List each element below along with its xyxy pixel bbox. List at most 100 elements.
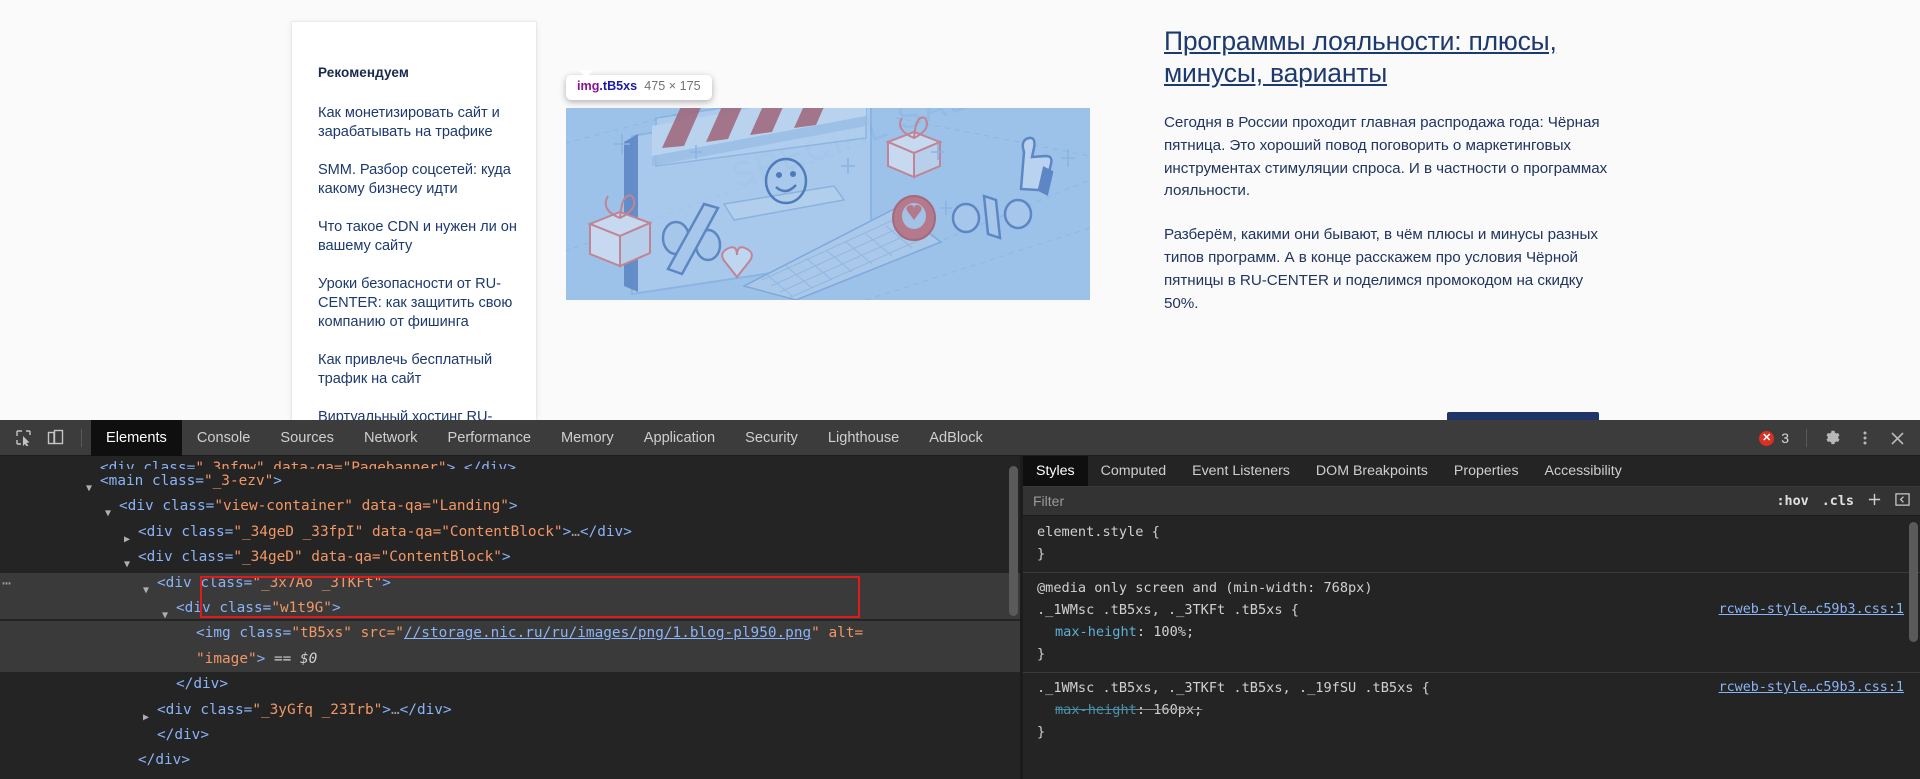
css-selector[interactable]: ._1WMsc .tB5xs, ._3TKFt .tB5xs { [1037, 602, 1299, 618]
panel-toggle-icon[interactable] [1895, 492, 1910, 512]
css-rule-block[interactable]: ._1WMsc .tB5xs, ._3TKFt .tB5xs, ._19fSU … [1037, 677, 1920, 746]
dom-token-valq: "_3nfqw" [195, 460, 265, 469]
error-icon: ✕ [1759, 430, 1775, 446]
tab-lighthouse[interactable]: Lighthouse [813, 420, 914, 456]
tab-console[interactable]: Console [182, 420, 266, 456]
device-toolbar-icon[interactable] [40, 425, 70, 451]
dom-token-tag: > [273, 473, 282, 489]
dom-tree-row[interactable]: ▼ <div class="_3x7Ao _3TKFt"> [0, 571, 1020, 596]
css-selector-line[interactable]: ._1WMsc .tB5xs, ._3TKFt .tB5xs { rcweb-st… [1037, 599, 1920, 621]
dom-token-valq: " [811, 625, 820, 642]
tab-memory[interactable]: Memory [546, 420, 629, 456]
dom-tree-row[interactable]: <div class="_3nfqw" data-qa="Pagebanner"… [0, 456, 1020, 469]
tab-dom-breakpoints[interactable]: DOM Breakpoints [1303, 456, 1441, 486]
node-overflow-ellipsis[interactable]: ⋯ [2, 574, 13, 592]
tab-properties[interactable]: Properties [1441, 456, 1532, 486]
dom-tree-row[interactable]: ▼ <main class="_3-ezv"> [0, 469, 1020, 494]
inspect-element-icon[interactable] [8, 425, 38, 451]
close-icon[interactable] [1882, 425, 1912, 451]
dom-token-ellip: … [390, 701, 400, 718]
recommended-link-1[interactable]: SMM. Разбор соцсетей: куда какому бизнес… [318, 161, 518, 199]
css-property-name[interactable]: max-height [1055, 702, 1137, 718]
inspector-tag-name: img [577, 79, 600, 93]
dom-tree: <div class="_3nfqw" data-qa="Pagebanner"… [0, 456, 1020, 774]
dom-token-tag: </div> [399, 701, 452, 718]
tab-application[interactable]: Application [629, 420, 730, 456]
cls-toggle-button[interactable]: .cls [1822, 494, 1854, 509]
article-cta-button[interactable] [1447, 412, 1599, 420]
dom-tree-row[interactable]: <img class="tB5xs" src="//storage.nic.ru… [0, 621, 1020, 647]
tab-event-listeners[interactable]: Event Listeners [1179, 456, 1303, 486]
css-declaration[interactable]: max-height: 160px; [1037, 699, 1920, 721]
devtools-body: <div class="_3nfqw" data-qa="Pagebanner"… [0, 456, 1920, 779]
hero-illustration-image[interactable]: SPECIAL SALE [566, 108, 1090, 300]
dom-token-tag: </div> [176, 676, 228, 693]
dom-token-attr: data-qa= [302, 549, 381, 566]
error-count-badge[interactable]: ✕ 3 [1759, 430, 1789, 446]
tab-network[interactable]: Network [349, 420, 433, 456]
dom-token-valq: "ContentBlock" [380, 549, 502, 566]
css-source-link[interactable]: rcweb-style…c59b3.css:1 [1719, 599, 1904, 621]
dom-tree-row[interactable]: </div> [0, 672, 1020, 697]
dom-token-link[interactable]: //storage.nic.ru/ru/images/png/1.blog-pl… [404, 625, 811, 641]
list-item: Как привлечь бесплатный трафик на сайт [318, 351, 518, 389]
css-selector-line[interactable]: element.style { [1037, 521, 1920, 543]
css-selector-line[interactable]: ._1WMsc .tB5xs, ._3TKFt .tB5xs, ._19fSU … [1037, 677, 1920, 699]
dom-token-valq: "ContentBlock" [441, 523, 563, 540]
styles-scrollbar[interactable] [1909, 522, 1918, 642]
dom-token-valq: "_34geD" [233, 549, 303, 566]
css-property-value[interactable]: : 100%; [1137, 624, 1194, 640]
dom-token-attr: data-qa= [264, 460, 343, 469]
article-paragraph-2: Разберём, какими они бывают, в чём плюсы… [1164, 226, 1598, 313]
css-declaration[interactable]: max-height: 100%; [1037, 621, 1920, 643]
tab-performance[interactable]: Performance [432, 420, 546, 456]
dom-token-tag: <img class= [196, 625, 292, 642]
dom-tree-row[interactable]: ▶ <div class="_34geD _33fpI" data-qa="Con… [0, 520, 1020, 545]
recommended-link-4[interactable]: Как привлечь бесплатный трафик на сайт [318, 351, 518, 389]
dom-token-valq: "_3-ezv" [203, 473, 274, 489]
recommended-link-2[interactable]: Что такое CDN и нужен ли он вашему сайту [318, 218, 518, 256]
dom-tree-row[interactable]: ▼ <div class="view-container" data-qa="La… [0, 494, 1020, 519]
dom-token-tag: </div> [157, 726, 209, 743]
dom-tree-row[interactable]: ▼ <div class="_34geD" data-qa="ContentBlo… [0, 545, 1020, 570]
recommended-heading: Рекомендуем [318, 65, 409, 80]
css-rule-block[interactable]: @media only screen and (min-width: 768px… [1037, 577, 1920, 668]
dom-tree-row[interactable]: ▶ <div class="_3yGfq _23Irb">…</div> [0, 698, 1020, 723]
css-rule-close-brace: } [1037, 724, 1046, 740]
dom-token-tag: </div> [138, 752, 190, 769]
article-title-link[interactable]: Программы лояльности: плюсы, минусы, вар… [1164, 26, 1614, 90]
tab-security[interactable]: Security [730, 420, 813, 456]
tab-styles[interactable]: Styles [1023, 456, 1088, 486]
dom-token-tag: > [382, 574, 391, 591]
list-item: SMM. Разбор соцсетей: куда какому бизнес… [318, 161, 518, 199]
plus-icon[interactable] [1867, 492, 1882, 512]
hov-toggle-button[interactable]: :hov [1777, 494, 1809, 509]
recommended-link-5[interactable]: Виртуальный хостинг RU-CENTER — ещё боль… [318, 408, 518, 420]
css-selector[interactable]: ._1WMsc .tB5xs, ._3TKFt .tB5xs, ._19fSU … [1037, 680, 1430, 696]
web-page-viewport: Рекомендуем Как монетизировать сайт и за… [0, 0, 1920, 420]
css-source-link[interactable]: rcweb-style…c59b3.css:1 [1719, 677, 1904, 699]
recommended-link-0[interactable]: Как монетизировать сайт и зарабатывать н… [318, 104, 518, 142]
dom-tree-row[interactable]: </div> [0, 723, 1020, 748]
tab-computed[interactable]: Computed [1088, 456, 1179, 486]
tab-sources[interactable]: Sources [265, 420, 349, 456]
css-selector[interactable]: element.style { [1037, 524, 1160, 540]
dom-tree-row[interactable]: ▼ <div class="w1t9G"> [0, 596, 1020, 621]
recommended-link-3[interactable]: Уроки безопасности от RU-CENTER: как защ… [318, 275, 518, 332]
styles-filter-input[interactable] [1033, 493, 1453, 509]
rule-divider [1023, 672, 1920, 673]
gear-icon[interactable] [1818, 425, 1848, 451]
dom-tree-pane[interactable]: <div class="_3nfqw" data-qa="Pagebanner"… [0, 456, 1020, 779]
hero-illustration-svg: SPECIAL SALE [566, 108, 1090, 300]
tab-elements[interactable]: Elements [91, 419, 182, 456]
css-rule-block[interactable]: element.style {} [1037, 521, 1920, 568]
recommended-links-list: Как монетизировать сайт и зарабатывать н… [318, 104, 518, 420]
dom-tree-row[interactable]: "image"> == $0 [0, 646, 1020, 673]
dom-tree-scrollbar[interactable] [1009, 466, 1018, 616]
css-property-name[interactable]: max-height [1055, 624, 1137, 640]
dom-tree-row[interactable]: </div> [0, 748, 1020, 773]
kebab-menu-icon[interactable] [1850, 425, 1880, 451]
tab-adblock[interactable]: AdBlock [914, 420, 998, 456]
css-property-value[interactable]: : 160px; [1137, 702, 1202, 718]
tab-accessibility[interactable]: Accessibility [1532, 456, 1635, 486]
